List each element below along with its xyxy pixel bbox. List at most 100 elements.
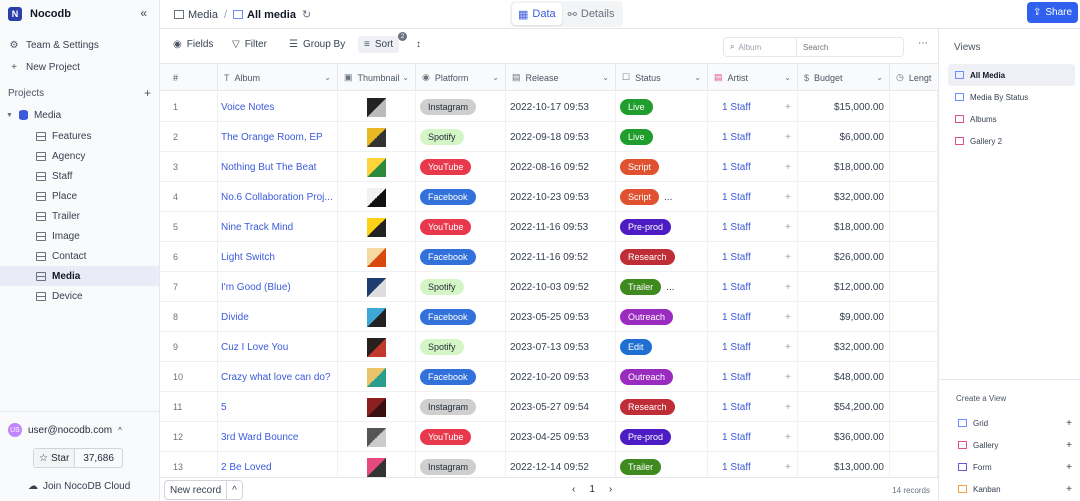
platform-cell[interactable]: YouTube	[416, 422, 506, 452]
album-thumbnail[interactable]	[367, 397, 386, 417]
tab-details[interactable]: ⚯ Details	[562, 3, 621, 25]
length-cell[interactable]	[890, 392, 938, 422]
table-row[interactable]: 13 2 Be Loved Instagram 2022-12-14 09:52 Tra…	[160, 452, 938, 477]
thumbnail-cell[interactable]	[338, 182, 416, 212]
artist-link[interactable]: 1 Staff	[722, 192, 751, 203]
plus-icon[interactable]: +	[1066, 462, 1072, 473]
team-settings-link[interactable]: ⚙ Team & Settings	[0, 34, 159, 56]
artist-link[interactable]: 1 Staff	[722, 342, 751, 353]
album-cell[interactable]: Cuz I Love You	[218, 332, 338, 362]
album-thumbnail[interactable]	[367, 247, 386, 267]
add-link-icon[interactable]: +	[785, 372, 791, 383]
status-cell[interactable]: Edit	[616, 332, 708, 362]
release-cell[interactable]: 2022-11-16 09:53	[506, 212, 616, 242]
add-link-icon[interactable]: +	[785, 192, 791, 203]
sidebar-item-agency[interactable]: Agency	[0, 146, 159, 166]
view-item-gallery-2[interactable]: Gallery 2	[948, 130, 1075, 152]
artist-link[interactable]: 1 Staff	[722, 252, 751, 263]
chevron-down-icon[interactable]: ⌄	[492, 73, 499, 82]
artist-cell[interactable]: 1 Staff +	[708, 332, 798, 362]
platform-cell[interactable]: Facebook	[416, 242, 506, 272]
view-item-all-media[interactable]: All Media	[948, 64, 1075, 86]
thumbnail-cell[interactable]	[338, 452, 416, 477]
add-link-icon[interactable]: +	[785, 402, 791, 413]
album-thumbnail[interactable]	[367, 427, 386, 447]
thumbnail-cell[interactable]	[338, 422, 416, 452]
budget-cell[interactable]: $6,000.00	[798, 122, 890, 152]
release-cell[interactable]: 2023-05-25 09:53	[506, 302, 616, 332]
length-cell[interactable]	[890, 422, 938, 452]
view-item-albums[interactable]: Albums	[948, 108, 1075, 130]
view-item-media-by-status[interactable]: Media By Status	[948, 86, 1075, 108]
artist-link[interactable]: 1 Staff	[722, 462, 751, 473]
create-view-grid[interactable]: Grid +	[939, 412, 1080, 434]
budget-cell[interactable]: $36,000.00	[798, 422, 890, 452]
budget-cell[interactable]: $13,000.00	[798, 452, 890, 477]
sidebar-item-trailer[interactable]: Trailer	[0, 206, 159, 226]
col-header-album[interactable]: T Album ⌄	[218, 64, 338, 91]
artist-cell[interactable]: 1 Staff +	[708, 212, 798, 242]
add-link-icon[interactable]: +	[785, 312, 791, 323]
platform-cell[interactable]: Instagram	[416, 92, 506, 122]
add-project-icon[interactable]: +	[144, 86, 151, 100]
album-cell[interactable]: Divide	[218, 302, 338, 332]
table-row[interactable]: 5 Nine Track Mind YouTube 2022-11-16 09:53 P…	[160, 212, 938, 242]
create-view-kanban[interactable]: Kanban +	[939, 478, 1080, 500]
release-cell[interactable]: 2022-10-17 09:53	[506, 92, 616, 122]
album-cell[interactable]: 2 Be Loved	[218, 452, 338, 477]
release-cell[interactable]: 2022-10-23 09:53	[506, 182, 616, 212]
budget-cell[interactable]: $12,000.00	[798, 272, 890, 302]
album-cell[interactable]: No.6 Collaboration Proj...	[218, 182, 338, 212]
length-cell[interactable]	[890, 332, 938, 362]
thumbnail-cell[interactable]	[338, 152, 416, 182]
thumbnail-cell[interactable]	[338, 212, 416, 242]
col-header-thumbnail[interactable]: ▣ Thumbnail ⌄	[338, 64, 416, 91]
status-cell[interactable]: Research	[616, 242, 708, 272]
status-cell[interactable]: Live	[616, 92, 708, 122]
plus-icon[interactable]: +	[1066, 484, 1072, 495]
table-row[interactable]: 3 Nothing But The Beat YouTube 2022-08-16 0…	[160, 152, 938, 182]
join-cloud-link[interactable]: ☁ Join NocoDB Cloud	[0, 475, 160, 497]
album-thumbnail[interactable]	[367, 187, 386, 207]
budget-cell[interactable]: $32,000.00	[798, 332, 890, 362]
length-cell[interactable]	[890, 182, 938, 212]
table-row[interactable]: 7 I'm Good (Blue) Spotify 2022-10-03 09:52 T…	[160, 272, 938, 302]
thumbnail-cell[interactable]	[338, 362, 416, 392]
release-cell[interactable]: 2023-04-25 09:53	[506, 422, 616, 452]
new-project-button[interactable]: + New Project	[0, 56, 159, 78]
release-cell[interactable]: 2022-10-20 09:53	[506, 362, 616, 392]
plus-icon[interactable]: +	[1066, 418, 1072, 429]
album-thumbnail[interactable]	[367, 337, 386, 357]
album-thumbnail[interactable]	[367, 307, 386, 327]
table-row[interactable]: 10 Crazy what love can do? Facebook 2022-10…	[160, 362, 938, 392]
create-view-form[interactable]: Form +	[939, 456, 1080, 478]
thumbnail-cell[interactable]	[338, 392, 416, 422]
platform-cell[interactable]: Facebook	[416, 362, 506, 392]
album-thumbnail[interactable]	[367, 97, 386, 117]
budget-cell[interactable]: $18,000.00	[798, 152, 890, 182]
chevron-down-icon[interactable]: ⌄	[402, 73, 409, 82]
table-row[interactable]: 1 Voice Notes Instagram 2022-10-17 09:53 Liv…	[160, 92, 938, 122]
status-cell[interactable]: Pre-prod	[616, 422, 708, 452]
album-thumbnail[interactable]	[367, 277, 386, 297]
project-media[interactable]: ▼ Media	[0, 104, 159, 126]
release-cell[interactable]: 2022-10-03 09:52	[506, 272, 616, 302]
budget-cell[interactable]: $15,000.00	[798, 92, 890, 122]
album-thumbnail[interactable]	[367, 157, 386, 177]
artist-link[interactable]: 1 Staff	[722, 222, 751, 233]
more-options-icon[interactable]: ⋯	[918, 38, 928, 49]
col-header-platform[interactable]: ◉ Platform ⌄	[416, 64, 506, 91]
row-height-icon[interactable]: ↕	[416, 39, 421, 50]
add-link-icon[interactable]: +	[785, 282, 791, 293]
artist-link[interactable]: 1 Staff	[722, 132, 751, 143]
breadcrumb-view[interactable]: All media	[247, 9, 296, 21]
reload-icon[interactable]: ↻	[302, 8, 311, 21]
add-link-icon[interactable]: +	[785, 132, 791, 143]
budget-cell[interactable]: $48,000.00	[798, 362, 890, 392]
album-thumbnail[interactable]	[367, 457, 386, 477]
budget-cell[interactable]: $18,000.00	[798, 212, 890, 242]
col-header-status[interactable]: ☐ Status ⌄	[616, 64, 708, 91]
status-cell[interactable]: Live	[616, 122, 708, 152]
album-cell[interactable]: Nothing But The Beat	[218, 152, 338, 182]
status-cell[interactable]: Pre-prod	[616, 212, 708, 242]
